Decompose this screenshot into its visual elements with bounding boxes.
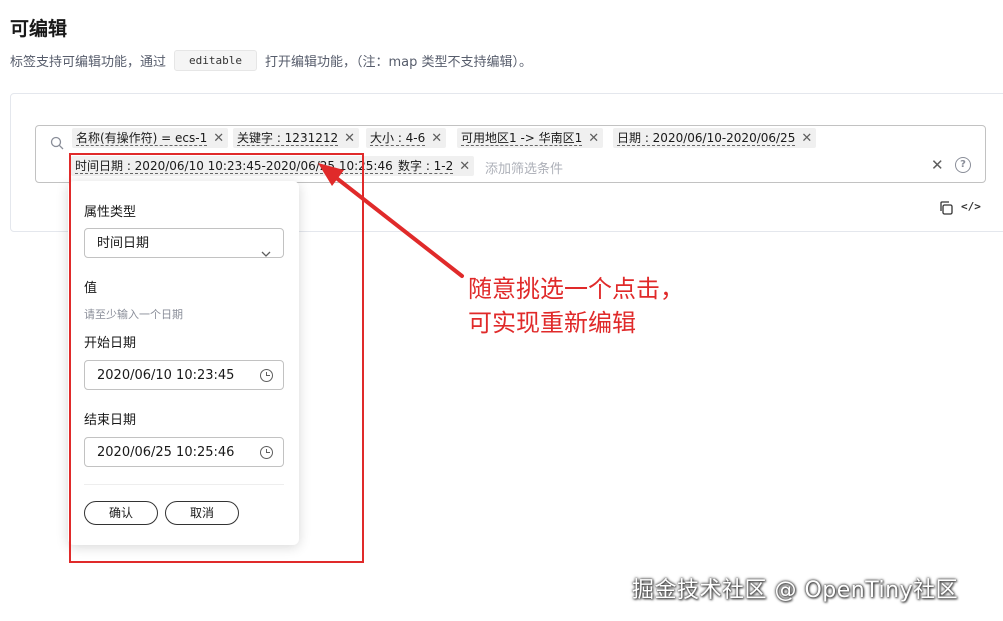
annotation-text: 随意挑选一个点击， 可实现重新编辑 (468, 275, 684, 337)
watermark: 掘金技术社区 @ OpenTiny社区 (632, 578, 959, 603)
